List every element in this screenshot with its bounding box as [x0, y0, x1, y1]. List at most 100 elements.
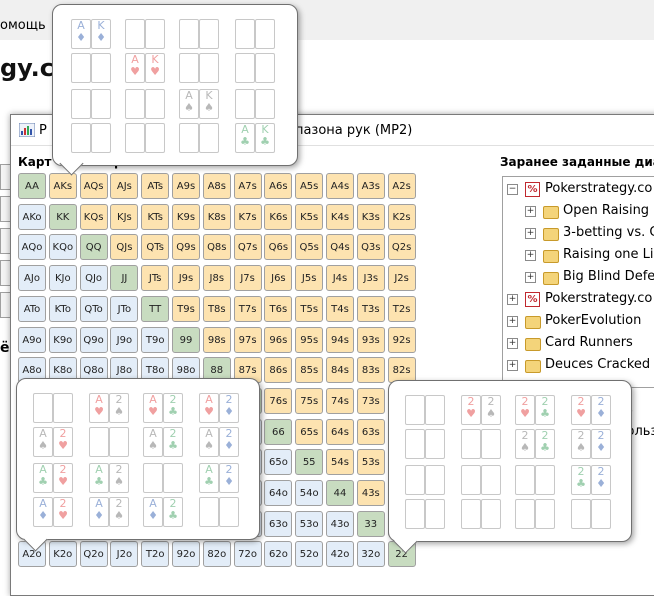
hand-cell[interactable]: AJs: [110, 173, 139, 199]
hand-cell[interactable]: K6s: [264, 203, 293, 230]
hand-cell[interactable]: 64s: [326, 418, 354, 445]
hand-cell[interactable]: Q9s: [172, 234, 200, 261]
hand-cell[interactable]: A7s: [233, 173, 262, 199]
hand-cell[interactable]: 82o: [202, 541, 231, 568]
hand-cell[interactable]: Q9o: [79, 326, 108, 353]
hand-cell[interactable]: QTo: [79, 295, 108, 322]
hand-cell[interactable]: 97s: [233, 326, 262, 353]
collapse-icon[interactable]: −: [507, 184, 518, 195]
hand-cell[interactable]: J9s: [172, 265, 200, 292]
hand-cell[interactable]: KJs: [110, 203, 139, 230]
hand-cell[interactable]: JTs: [141, 265, 170, 292]
hand-cell[interactable]: 55: [295, 449, 324, 476]
expand-icon[interactable]: +: [525, 250, 536, 261]
hand-cell[interactable]: T9s: [172, 295, 200, 322]
hand-cell[interactable]: 64o: [264, 480, 293, 506]
hand-cell[interactable]: 74s: [326, 387, 354, 414]
hand-cell[interactable]: KQs: [79, 203, 108, 230]
hand-cell[interactable]: 83s: [356, 357, 385, 384]
hand-cell[interactable]: 95s: [295, 326, 324, 353]
hand-cell[interactable]: A3s: [356, 173, 385, 199]
hand-cell[interactable]: K3s: [356, 203, 385, 230]
hand-cell[interactable]: AA: [18, 173, 46, 199]
hand-cell[interactable]: J8s: [202, 265, 231, 292]
hand-cell[interactable]: J7s: [233, 265, 262, 292]
hand-cell[interactable]: A6s: [264, 173, 293, 199]
hand-cell[interactable]: K2s: [387, 203, 416, 230]
hand-cell[interactable]: 85s: [295, 357, 324, 384]
hand-cell[interactable]: AKs: [48, 173, 77, 199]
hand-cell[interactable]: A9o: [18, 326, 46, 353]
hand-cell[interactable]: 94s: [326, 326, 354, 353]
hand-cell[interactable]: T7s: [233, 295, 262, 322]
hand-cell[interactable]: 44: [326, 480, 354, 506]
hand-cell[interactable]: 63o: [264, 510, 293, 537]
hand-cell[interactable]: 96s: [264, 326, 293, 353]
hand-cell[interactable]: Q7s: [233, 234, 262, 261]
hand-cell[interactable]: KTo: [48, 295, 77, 322]
hand-cell[interactable]: JTo: [110, 295, 139, 322]
hand-cell[interactable]: KK: [48, 203, 77, 230]
hand-cell[interactable]: Q8s: [202, 234, 231, 261]
expand-icon[interactable]: +: [507, 316, 518, 327]
hand-cell[interactable]: A5s: [295, 173, 324, 199]
hand-cell[interactable]: T5s: [295, 295, 324, 322]
hand-cell[interactable]: QQ: [79, 234, 108, 261]
hand-cell[interactable]: Q2o: [79, 541, 108, 568]
hand-cell[interactable]: 65s: [295, 418, 324, 445]
hand-cell[interactable]: 33: [356, 510, 385, 537]
hand-cell[interactable]: Q3s: [356, 234, 385, 261]
hand-cell[interactable]: Q2s: [387, 234, 416, 261]
expand-icon[interactable]: +: [507, 360, 518, 371]
hand-cell[interactable]: T9o: [141, 326, 170, 353]
hand-cell[interactable]: 63s: [356, 418, 385, 445]
expand-icon[interactable]: +: [525, 206, 536, 217]
hand-cell[interactable]: A8s: [202, 173, 231, 199]
hand-cell[interactable]: T2o: [141, 541, 170, 568]
hand-cell[interactable]: 93s: [356, 326, 385, 353]
hand-cell[interactable]: KJo: [48, 265, 77, 292]
expand-icon[interactable]: +: [507, 294, 518, 305]
hand-cell[interactable]: T4s: [326, 295, 354, 322]
hand-cell[interactable]: AQs: [79, 173, 108, 199]
hand-cell[interactable]: T8s: [202, 295, 231, 322]
hand-cell[interactable]: 65o: [264, 449, 293, 476]
hand-cell[interactable]: KTs: [141, 203, 170, 230]
hand-cell[interactable]: K5s: [295, 203, 324, 230]
hand-cell[interactable]: QJo: [79, 265, 108, 292]
hand-cell[interactable]: Q4s: [326, 234, 354, 261]
expand-icon[interactable]: +: [525, 228, 536, 239]
hand-cell[interactable]: J3s: [356, 265, 385, 292]
hand-cell[interactable]: 66: [264, 418, 293, 445]
hand-cell[interactable]: 43o: [326, 510, 354, 537]
hand-cell[interactable]: J4s: [326, 265, 354, 292]
hand-cell[interactable]: 53o: [295, 510, 324, 537]
menu-help[interactable]: омощь: [0, 18, 46, 33]
hand-cell[interactable]: QJs: [110, 234, 139, 261]
hand-cell[interactable]: J5s: [295, 265, 324, 292]
hand-cell[interactable]: 99: [172, 326, 200, 353]
hand-cell[interactable]: K7s: [233, 203, 262, 230]
hand-cell[interactable]: T6s: [264, 295, 293, 322]
hand-cell[interactable]: 86s: [264, 357, 293, 384]
hand-cell[interactable]: JJ: [110, 265, 139, 292]
hand-cell[interactable]: ATo: [18, 295, 46, 322]
hand-cell[interactable]: KQo: [48, 234, 77, 261]
hand-cell[interactable]: J9o: [110, 326, 139, 353]
hand-cell[interactable]: Q6s: [264, 234, 293, 261]
hand-cell[interactable]: 43s: [356, 480, 385, 506]
hand-cell[interactable]: 92o: [172, 541, 200, 568]
hand-cell[interactable]: 62o: [264, 541, 293, 568]
hand-cell[interactable]: J6s: [264, 265, 293, 292]
hand-cell[interactable]: ATs: [141, 173, 170, 199]
hand-cell[interactable]: J2o: [110, 541, 139, 568]
hand-cell[interactable]: AJo: [18, 265, 46, 292]
hand-cell[interactable]: 84s: [326, 357, 354, 384]
hand-cell[interactable]: 92s: [387, 326, 416, 353]
hand-cell[interactable]: 53s: [356, 449, 385, 476]
hand-cell[interactable]: A9s: [172, 173, 200, 199]
hand-cell[interactable]: AQo: [18, 234, 46, 261]
hand-cell[interactable]: K4s: [326, 203, 354, 230]
hand-cell[interactable]: T3s: [356, 295, 385, 322]
expand-icon[interactable]: +: [525, 272, 536, 283]
